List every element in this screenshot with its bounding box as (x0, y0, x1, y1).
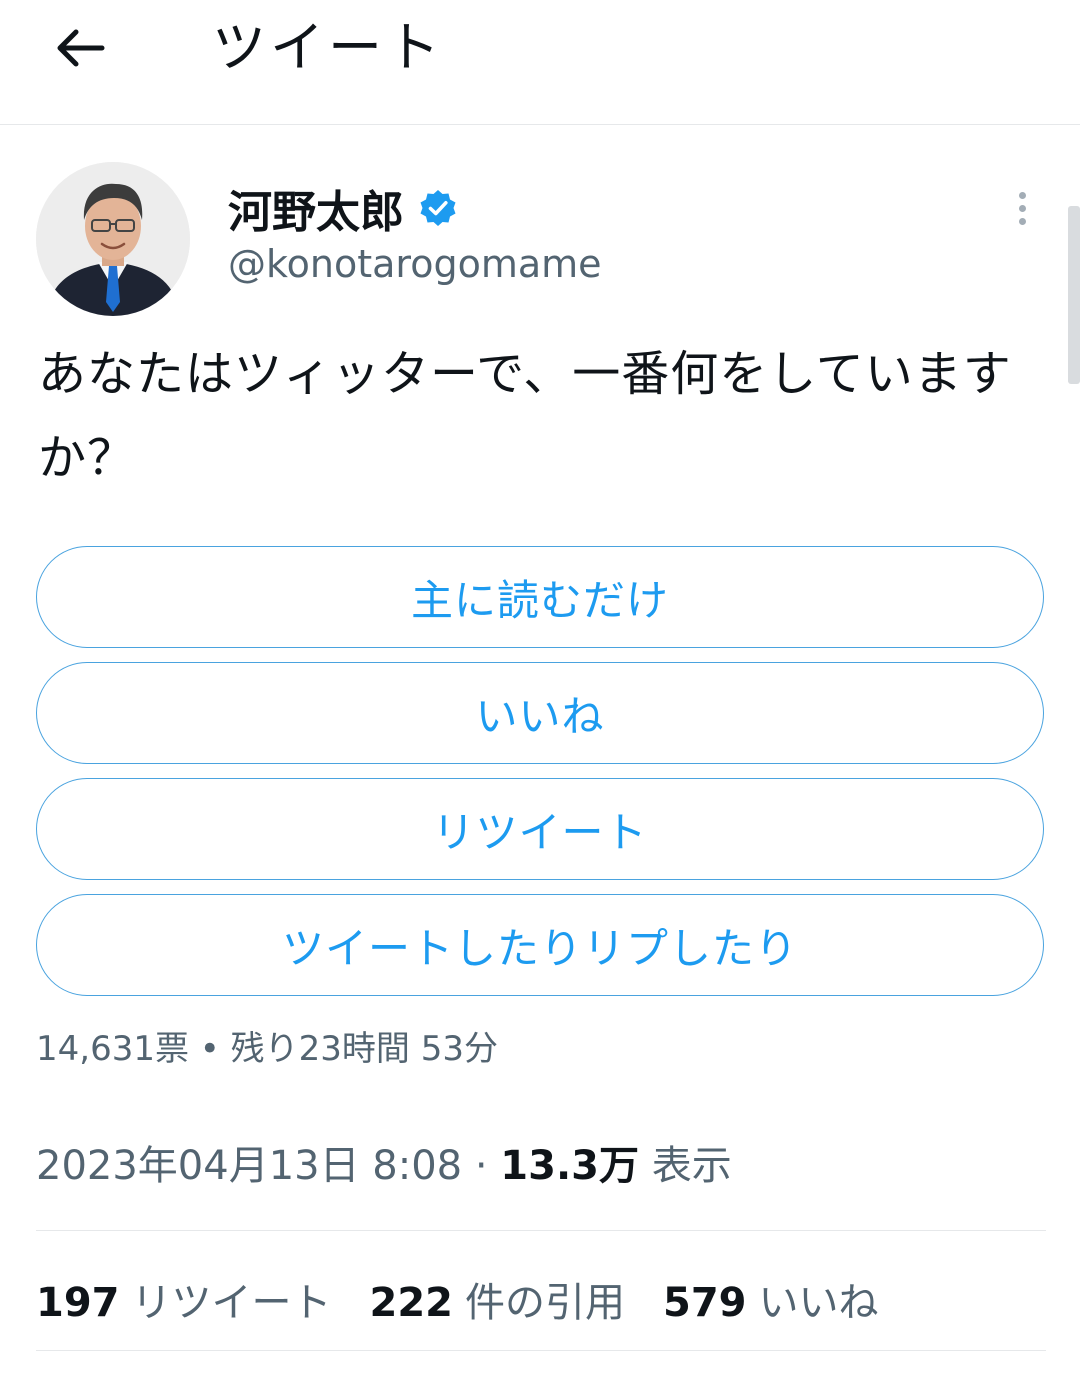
page-title: ツイート (212, 16, 444, 79)
quotes-count: 222 (369, 1280, 454, 1326)
views-count[interactable]: 13.3万 (500, 1143, 639, 1189)
tweet-text: あなたはツィッターで、一番何をしていますか？ (38, 346, 1012, 486)
scrollbar[interactable] (1068, 206, 1080, 384)
more-dot-icon (1018, 191, 1026, 199)
arrow-left-icon (57, 29, 105, 67)
profile-photo (36, 162, 190, 316)
top-bar: ツイート (0, 0, 1080, 125)
avatar[interactable] (36, 162, 190, 316)
poll-option[interactable]: いいね (36, 662, 1044, 764)
author-handle[interactable]: @konotarogomame (228, 238, 602, 290)
likes-label: いいね (758, 1280, 879, 1326)
likes-count: 579 (663, 1280, 747, 1326)
retweets-count: 197 (36, 1280, 120, 1326)
poll-option[interactable]: 主に読むだけ (36, 546, 1044, 648)
divider (36, 1230, 1046, 1231)
retweets-label: リツイート (131, 1280, 332, 1326)
more-dot-icon (1018, 217, 1026, 225)
divider (36, 1350, 1046, 1351)
quotes-stat[interactable]: 222 件の引用 (370, 1270, 626, 1328)
back-button[interactable] (48, 20, 112, 76)
likes-stat[interactable]: 579 いいね (663, 1270, 879, 1328)
engagement-stats: 197 リツイート 222 件の引用 579 いいね (36, 1268, 917, 1330)
tweet-datetime[interactable]: 2023年04月13日 8:08 (36, 1143, 462, 1189)
author-name[interactable]: 河野太郎 (228, 176, 404, 240)
author-name-row[interactable]: 河野太郎 (228, 178, 458, 238)
quotes-label: 件の引用 (465, 1280, 625, 1326)
views-label: 表示 (651, 1143, 732, 1189)
poll-status: 14,631票 • 残り23時間 53分 (36, 1029, 498, 1069)
verified-badge-icon (420, 190, 456, 226)
more-dot-icon (1018, 204, 1026, 212)
more-options-button[interactable] (1000, 184, 1044, 232)
poll-option[interactable]: ツイートしたりリプしたり (36, 894, 1044, 996)
tweet-timestamp-row: 2023年04月13日 8:08 · 13.3万 表示 (36, 1136, 732, 1196)
retweets-stat[interactable]: 197 リツイート (36, 1270, 332, 1328)
timestamp-separator: · (474, 1143, 488, 1189)
poll-option[interactable]: リツイート (36, 778, 1044, 880)
